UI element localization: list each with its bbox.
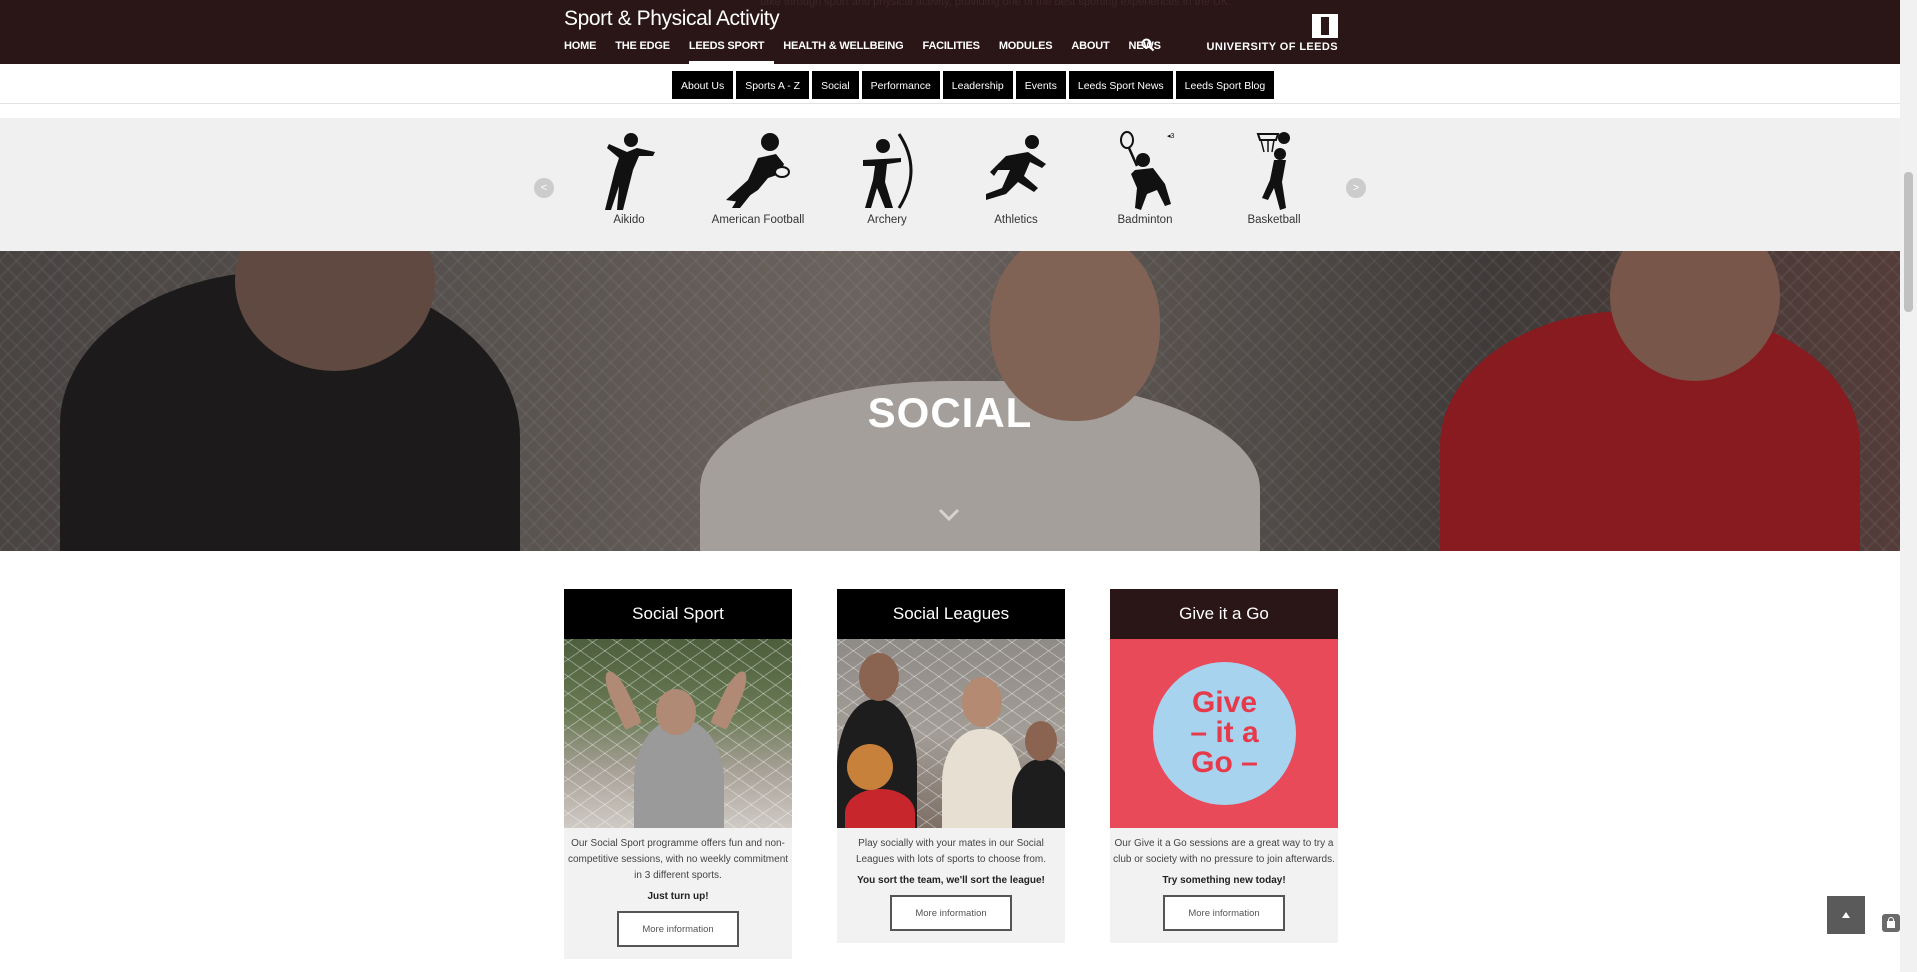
card-title[interactable]: Social Leagues xyxy=(837,589,1065,639)
hero-banner: SOCIAL xyxy=(0,251,1917,551)
social-leagues-photo xyxy=(837,639,1065,828)
nav-facilities[interactable]: FACILITIES xyxy=(923,38,980,64)
svg-text:◂3: ◂3 xyxy=(1167,133,1175,140)
card-give-it-a-go: Give it a Go Give – it a Go – Our Give i… xyxy=(1110,589,1338,943)
card-description: Our Social Sport programme offers fun an… xyxy=(567,838,789,881)
sports-carousel: < Aikido American Football Archery Athle… xyxy=(0,118,1917,251)
sport-item-aikido[interactable]: Aikido xyxy=(564,130,694,226)
tab-about-us[interactable]: About Us xyxy=(672,71,734,99)
more-information-button[interactable]: More information xyxy=(890,895,1012,931)
more-information-button[interactable]: More information xyxy=(617,911,739,947)
card-social-sport: Social Sport Our Social Sport programme … xyxy=(564,589,792,959)
tab-events[interactable]: Events xyxy=(1015,71,1066,99)
card-tagline: You sort the team, we'll sort the league… xyxy=(857,875,1045,886)
badminton-icon: ◂3 xyxy=(1120,131,1175,210)
nav-modules[interactable]: MODULES xyxy=(999,38,1053,64)
background-ghost-text: take through sport and physical activity… xyxy=(760,0,1232,8)
card-social-leagues: Social Leagues Play socially with your m… xyxy=(837,589,1065,943)
university-of-leeds-logo[interactable]: UNIVERSITY OF LEEDS xyxy=(1206,14,1338,54)
sport-label: Archery xyxy=(867,214,907,226)
hero-title: SOCIAL xyxy=(867,389,1033,436)
more-information-button[interactable]: More information xyxy=(1163,895,1285,931)
card-tagline: Just turn up! xyxy=(647,891,709,902)
nav-health-wellbeing[interactable]: HEALTH & WELLBEING xyxy=(783,38,903,64)
card-title[interactable]: Social Sport xyxy=(564,589,792,639)
athletics-icon xyxy=(986,135,1046,200)
sub-navigation: About Us Sports A - Z Social Performance… xyxy=(0,64,1917,104)
american-football-icon xyxy=(726,133,790,208)
tab-social[interactable]: Social xyxy=(812,71,859,99)
sport-label: Athletics xyxy=(994,214,1038,226)
main-nav: HOME THE EDGE LEEDS SPORT HEALTH & WELLB… xyxy=(564,38,1180,64)
sport-item-badminton[interactable]: ◂3 Badminton xyxy=(1080,130,1210,226)
give-it-a-go-logo: Give – it a Go – xyxy=(1153,662,1296,805)
site-header: take through sport and physical activity… xyxy=(0,0,1917,64)
give-it-a-go-image: Give – it a Go – xyxy=(1110,639,1338,828)
logo-text: UNIVERSITY OF LEEDS xyxy=(1206,41,1338,53)
back-to-top-button[interactable] xyxy=(1827,896,1865,934)
scrollbar-thumb[interactable] xyxy=(1904,172,1913,312)
sport-item-american-football[interactable]: American Football xyxy=(693,130,823,226)
card-description: Play socially with your mates in our Soc… xyxy=(855,838,1047,865)
card-title[interactable]: Give it a Go xyxy=(1110,589,1338,639)
tab-leeds-sport-news[interactable]: Leeds Sport News xyxy=(1068,71,1173,99)
carousel-prev-button[interactable]: < xyxy=(534,178,554,198)
archery-icon xyxy=(863,133,913,209)
sport-label: American Football xyxy=(711,214,805,226)
carousel-next-button[interactable]: > xyxy=(1346,178,1366,198)
aikido-icon xyxy=(605,133,655,210)
tab-sports-a-z[interactable]: Sports A - Z xyxy=(736,71,810,99)
tab-leadership[interactable]: Leadership xyxy=(942,71,1013,99)
site-title[interactable]: Sport & Physical Activity xyxy=(564,7,780,31)
lock-icon[interactable] xyxy=(1882,914,1900,932)
basketball-icon xyxy=(1256,132,1290,210)
card-description: Our Give it a Go sessions are a great wa… xyxy=(1113,838,1335,865)
university-crest-icon xyxy=(1312,14,1338,38)
nav-leeds-sport[interactable]: LEEDS SPORT xyxy=(688,38,775,64)
card-tagline: Try something new today! xyxy=(1162,875,1286,886)
tab-performance[interactable]: Performance xyxy=(861,71,940,99)
chevron-up-icon xyxy=(1842,912,1850,919)
page-scrollbar[interactable] xyxy=(1900,0,1917,972)
chevron-down-icon[interactable] xyxy=(938,508,960,522)
sport-item-athletics[interactable]: Athletics xyxy=(951,130,1081,226)
sport-label: Aikido xyxy=(613,214,645,226)
nav-home[interactable]: HOME xyxy=(564,38,596,64)
sport-label: Basketball xyxy=(1247,214,1301,226)
nav-the-edge[interactable]: THE EDGE xyxy=(615,38,670,64)
social-sport-photo xyxy=(564,639,792,828)
nav-about[interactable]: ABOUT xyxy=(1071,38,1109,64)
sport-item-archery[interactable]: Archery xyxy=(822,130,952,226)
search-icon[interactable] xyxy=(1141,38,1155,52)
sport-item-basketball[interactable]: Basketball xyxy=(1209,130,1339,226)
sport-label: Badminton xyxy=(1117,214,1173,226)
tab-leeds-sport-blog[interactable]: Leeds Sport Blog xyxy=(1175,71,1275,99)
